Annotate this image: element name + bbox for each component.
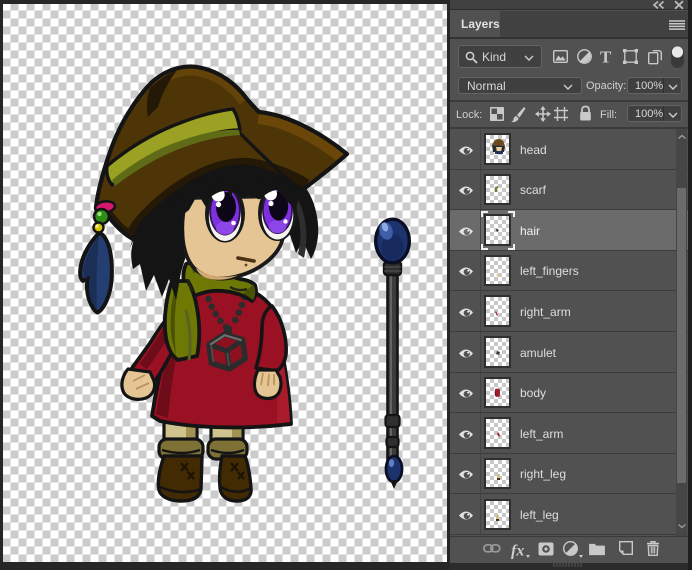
- svg-text:T: T: [600, 48, 612, 67]
- svg-text:fx: fx: [511, 543, 524, 560]
